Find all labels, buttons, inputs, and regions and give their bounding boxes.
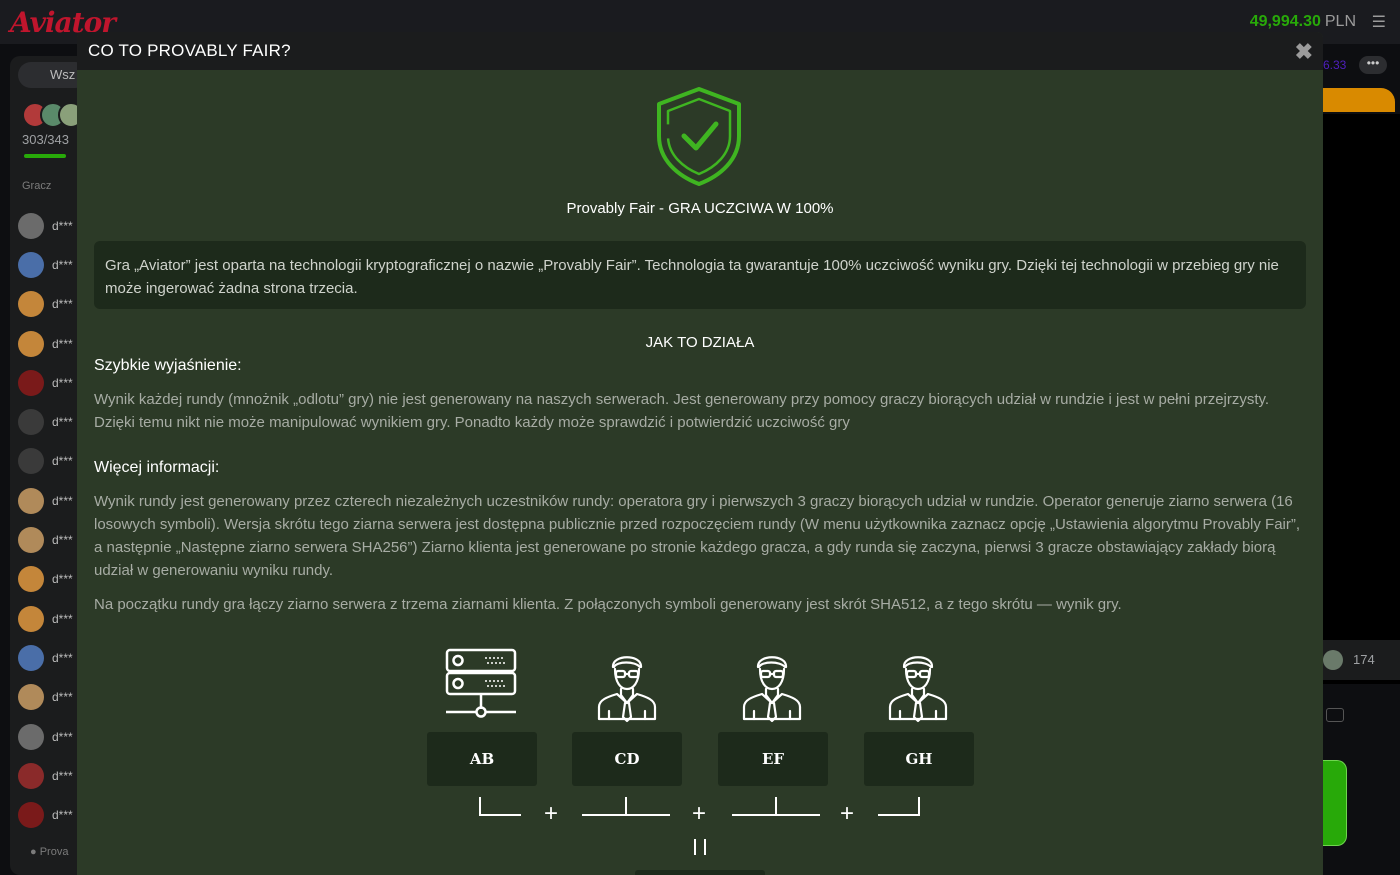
player-row: d*** <box>18 520 73 559</box>
avatar <box>18 212 44 239</box>
avatar <box>18 802 44 829</box>
how-it-works-heading: JAK TO DZIAŁA <box>645 334 755 351</box>
avatar <box>18 566 44 593</box>
avatar <box>18 251 44 278</box>
avatar <box>18 723 44 750</box>
plus-sign: + <box>840 800 855 827</box>
player-name: d*** <box>52 729 73 744</box>
player-list: d*** d*** d*** d*** d*** d*** d*** d*** d*** d***… <box>18 206 73 835</box>
hamburger-menu-icon[interactable]: ☰ <box>1372 12 1386 32</box>
bets-progress-bar <box>24 154 66 158</box>
shield-title: Provably Fair - GRA UCZCIWA W 100% <box>566 200 834 217</box>
player-name: d*** <box>52 611 73 626</box>
intro-text: Gra „Aviator” jest oparta na technologii… <box>94 241 1306 309</box>
footer-label: Prova <box>39 846 69 858</box>
client-seed-box: EF <box>718 732 828 786</box>
more-history-button[interactable]: ••• <box>1359 56 1387 74</box>
avatar <box>18 487 44 514</box>
quick-explanation-heading: Szybkie wyjaśnienie: <box>94 357 242 374</box>
more-info-text-2: Na początku rundy gra łączy ziarno serwe… <box>94 596 1122 613</box>
player-row: d*** <box>18 363 73 402</box>
modal-header: CO TO PROVABLY FAIR? ✖ <box>77 32 1323 70</box>
game-area-top-bar <box>1323 88 1395 112</box>
player-name: d*** <box>52 454 73 469</box>
provably-fair-modal: CO TO PROVABLY FAIR? ✖ Provably Fair - G… <box>77 32 1323 875</box>
player-row: d*** <box>18 717 73 756</box>
player-row: d*** <box>18 402 73 441</box>
more-info-text-1: Wynik rundy jest generowany przez cztere… <box>94 493 1301 579</box>
provably-fair-footer[interactable]: ● Prova <box>30 846 68 858</box>
server-seed-box: AB <box>427 732 537 786</box>
player-row: d*** <box>18 756 73 795</box>
player-row: d*** <box>18 206 73 245</box>
player-icon <box>597 656 657 723</box>
player-row: d*** <box>18 481 73 520</box>
avatar <box>18 409 44 436</box>
player-name: d*** <box>52 493 73 508</box>
modal-title: CO TO PROVABLY FAIR? <box>88 41 291 60</box>
plus-sign: + <box>544 800 559 827</box>
player-name: d*** <box>52 650 73 665</box>
avatar <box>18 644 44 671</box>
player-row: d*** <box>18 599 73 638</box>
more-info-heading: Więcej informacji: <box>94 459 220 476</box>
plus-sign: + <box>692 800 707 827</box>
server-icon <box>445 648 517 718</box>
avatar <box>18 762 44 789</box>
avatar <box>18 291 44 318</box>
player-row: d*** <box>18 324 73 363</box>
player-name: d*** <box>52 572 73 587</box>
client-seed-box: CD <box>572 732 682 786</box>
player-name: d*** <box>52 768 73 783</box>
multiplier-history-item: 6.33 <box>1323 58 1347 72</box>
result-box <box>635 870 765 875</box>
avatar <box>18 448 44 475</box>
player-icon <box>742 656 802 723</box>
avatar <box>18 605 44 632</box>
minus-icon[interactable] <box>1326 708 1344 722</box>
avatar <box>18 684 44 711</box>
balance-display: 49,994.30 PLN <box>1250 13 1356 31</box>
player-row: d*** <box>18 795 73 834</box>
player-row: d*** <box>18 285 73 324</box>
player-row: d*** <box>18 638 73 677</box>
player-name: d*** <box>52 297 73 312</box>
client-seed-box: GH <box>864 732 974 786</box>
game-canvas <box>1323 114 1400 684</box>
player-row: d*** <box>18 678 73 717</box>
avatar <box>18 369 44 396</box>
player-icon <box>888 656 948 723</box>
bets-count: 303/343 <box>22 132 69 147</box>
shield-small-icon: ● <box>30 846 37 858</box>
player-name: d*** <box>52 375 73 390</box>
online-players-count: 174 <box>1353 652 1375 667</box>
player-name: d*** <box>52 690 73 705</box>
avatar <box>18 527 44 554</box>
player-name: d*** <box>52 336 73 351</box>
player-name: d*** <box>52 808 73 823</box>
avatars-stack <box>22 102 84 128</box>
player-name: d*** <box>52 218 73 233</box>
player-row: d*** <box>18 560 73 599</box>
player-column-header: Gracz <box>22 180 52 192</box>
balance-amount: 49,994.30 <box>1249 13 1321 30</box>
player-name: d*** <box>52 257 73 272</box>
avatar <box>1323 650 1343 670</box>
player-row: d*** <box>18 245 73 284</box>
quick-explanation-text: Wynik każdej rundy (mnożnik „odlotu” gry… <box>94 391 1270 431</box>
avatar <box>18 330 44 357</box>
player-name: d*** <box>52 533 73 548</box>
bet-button[interactable] <box>1323 760 1347 846</box>
player-name: d*** <box>52 415 73 430</box>
right-panel-edge: 6.33 ••• 174 <box>1323 56 1400 875</box>
close-icon[interactable]: ✖ <box>1295 39 1313 65</box>
shield-check-icon <box>657 87 741 186</box>
balance-currency: PLN <box>1324 13 1356 30</box>
player-row: d*** <box>18 442 73 481</box>
equals-sign <box>694 839 706 855</box>
